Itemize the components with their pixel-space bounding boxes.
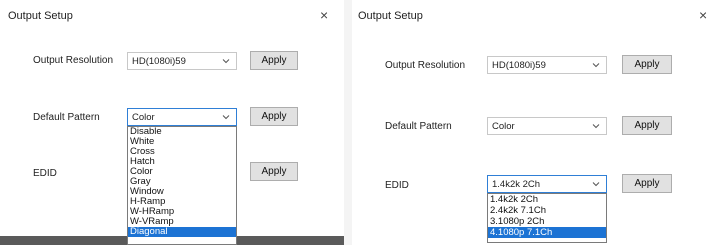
- output-resolution-value: HD(1080i)59: [132, 56, 186, 67]
- default-pattern-dropdown-list[interactable]: Disable White Cross Hatch Color Gray Window H-R…: [127, 126, 237, 245]
- edid-label: EDID: [33, 168, 57, 179]
- default-pattern-select[interactable]: Color: [487, 117, 607, 135]
- output-resolution-apply-button[interactable]: Apply: [250, 51, 298, 70]
- chevron-down-icon: [222, 59, 230, 64]
- output-resolution-label: Output Resolution: [385, 60, 466, 71]
- default-pattern-value: Color: [492, 121, 515, 132]
- chevron-down-icon: [592, 63, 600, 68]
- dropdown-option[interactable]: Diagonal: [128, 227, 236, 237]
- close-icon[interactable]: ×: [699, 8, 707, 22]
- output-resolution-apply-button[interactable]: Apply: [622, 55, 672, 74]
- dialog-title: Output Setup: [358, 10, 423, 22]
- edid-value: 1.4k2k 2Ch: [492, 179, 541, 190]
- output-setup-dialog-left: Output Setup × Output Resolution HD(1080…: [0, 0, 344, 245]
- default-pattern-value: Color: [132, 112, 155, 123]
- image-divider: [344, 0, 352, 245]
- output-resolution-select[interactable]: HD(1080i)59: [127, 52, 237, 70]
- chevron-down-icon: [592, 182, 600, 187]
- output-resolution-select[interactable]: HD(1080i)59: [487, 56, 607, 74]
- dropdown-option[interactable]: 4.1080p 7.1Ch: [488, 227, 606, 238]
- close-icon[interactable]: ×: [320, 8, 328, 22]
- default-pattern-apply-button[interactable]: Apply: [622, 116, 672, 135]
- edid-select[interactable]: 1.4k2k 2Ch: [487, 175, 607, 193]
- chevron-down-icon: [222, 115, 230, 120]
- dropdown-option[interactable]: 3.1080p 2Ch: [488, 216, 606, 227]
- edid-dropdown-list[interactable]: 1.4k2k 2Ch 2.4k2k 7.1Ch 3.1080p 2Ch 4.1080p…: [487, 193, 607, 243]
- chevron-down-icon: [592, 124, 600, 129]
- dropdown-option[interactable]: 2.4k2k 7.1Ch: [488, 205, 606, 216]
- default-pattern-label: Default Pattern: [385, 121, 452, 132]
- edid-label: EDID: [385, 180, 409, 191]
- dropdown-option[interactable]: 1.4k2k 2Ch: [488, 194, 606, 205]
- output-resolution-label: Output Resolution: [33, 55, 114, 66]
- output-setup-dialog-right: Output Setup × Output Resolution HD(1080…: [352, 0, 712, 245]
- output-resolution-value: HD(1080i)59: [492, 60, 546, 71]
- default-pattern-select[interactable]: Color: [127, 108, 237, 126]
- edid-apply-button[interactable]: Apply: [250, 162, 298, 181]
- dialog-title: Output Setup: [8, 10, 73, 22]
- default-pattern-label: Default Pattern: [33, 112, 100, 123]
- edid-apply-button[interactable]: Apply: [622, 174, 672, 193]
- default-pattern-apply-button[interactable]: Apply: [250, 107, 298, 126]
